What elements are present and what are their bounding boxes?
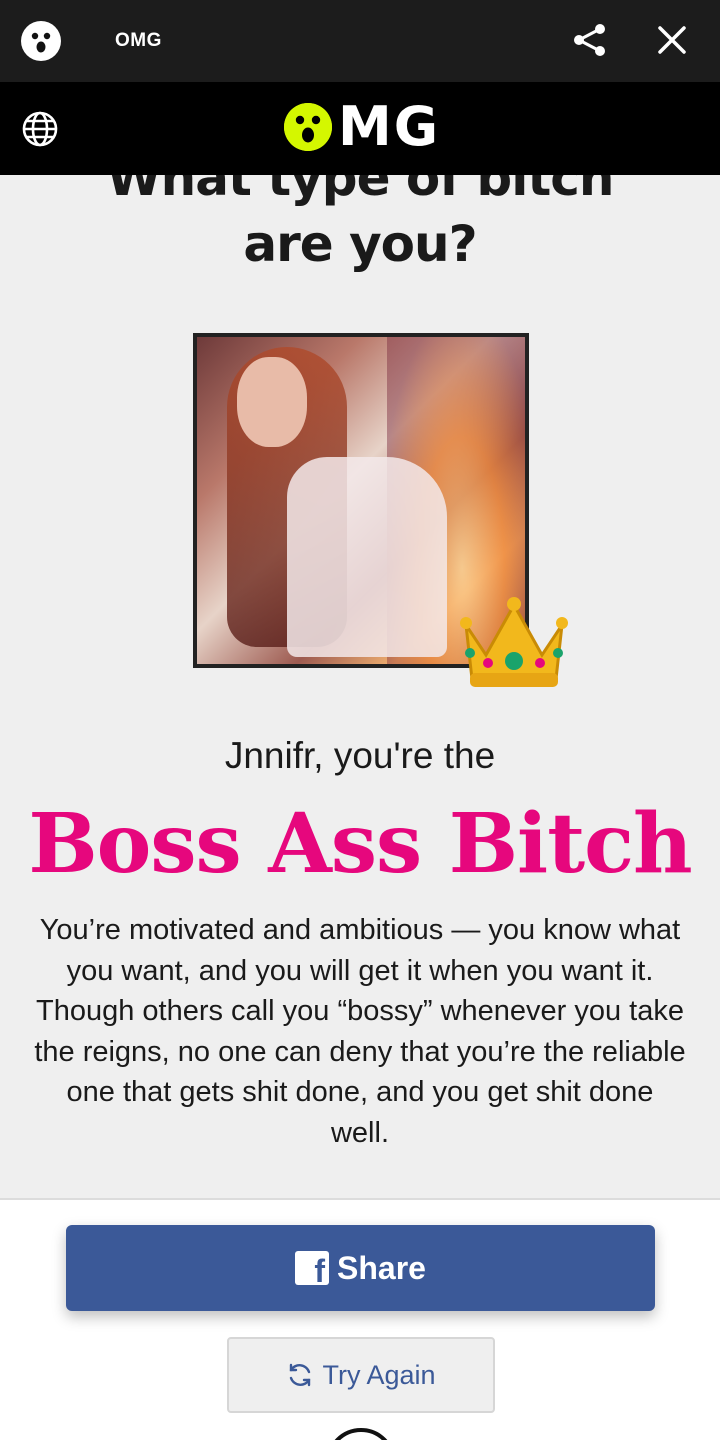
close-icon[interactable] [652,20,692,60]
result-title: Boss Ass Bitch [28,796,692,892]
globe-icon[interactable] [20,109,60,149]
result-intro: Jnnifr, you're the [224,735,496,776]
facebook-share-button[interactable]: f Share [66,1225,655,1311]
try-again-button[interactable]: Try Again [227,1337,495,1413]
omg-logo[interactable]: MG [284,99,440,155]
result-description: You’re motivated and ambitious — you kno… [34,914,686,1149]
omg-logo-face-icon [284,103,332,151]
refresh-icon [286,1361,314,1389]
top-app-bar: OMG [0,0,720,82]
try-again-label: Try Again [322,1359,436,1390]
app-title: OMG [115,30,162,51]
share-label: Share [337,1249,426,1286]
result-content: What type of bitch are you? Jnnifr, you'… [0,175,720,1200]
facebook-icon: f [295,1251,330,1287]
app-face-icon [21,21,61,61]
quiz-title: What type of bitch are you? [106,175,615,273]
crown-icon [458,595,570,691]
logo-text: MG [338,95,441,158]
share-icon[interactable] [570,20,610,60]
